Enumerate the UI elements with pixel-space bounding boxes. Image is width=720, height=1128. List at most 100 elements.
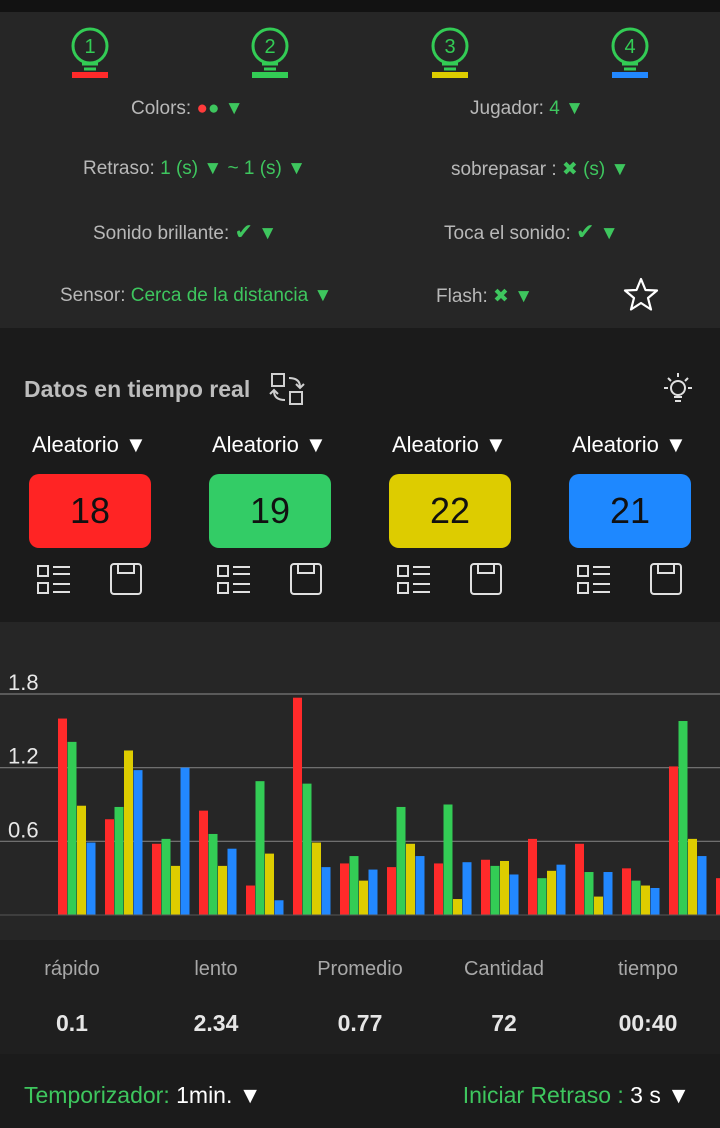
mode-dropdown-1[interactable]: Aleatorio ▼	[32, 432, 182, 458]
realtime-panel: Datos en tiempo real Aleatorio ▼ Aleator…	[0, 346, 720, 622]
chart-bar	[246, 885, 255, 915]
mode-dropdown-3[interactable]: Aleatorio ▼	[392, 432, 542, 458]
mode-dropdown-2[interactable]: Aleatorio ▼	[212, 432, 362, 458]
save-icon[interactable]	[650, 563, 682, 595]
colors-dots: ●●	[196, 98, 220, 119]
sensor-label: Sensor:	[60, 285, 126, 306]
star-icon[interactable]	[622, 276, 660, 314]
chart-bar	[688, 838, 697, 915]
player-4-button[interactable]: 4	[600, 20, 660, 86]
chart-bar	[396, 806, 406, 915]
bulb-icon: 2	[251, 27, 289, 78]
chart-bar	[208, 833, 218, 915]
player-3-button[interactable]: 3	[420, 20, 480, 86]
list-icon[interactable]	[397, 564, 431, 596]
stat-label-fastest: rápido	[44, 958, 100, 980]
status-strip	[0, 0, 720, 12]
chart-bar	[302, 783, 312, 915]
start-delay-dropdown[interactable]: Iniciar Retraso : 3 s ▼	[463, 1082, 690, 1109]
jugador-dropdown-arrow: ▼	[565, 98, 584, 119]
chart-bar	[171, 865, 180, 915]
save-icon[interactable]	[290, 563, 322, 595]
chart-bar	[528, 838, 537, 915]
chart-bar	[161, 838, 171, 915]
toca-sonido-check-icon: ✔	[576, 219, 595, 244]
swap-icon[interactable]	[268, 370, 308, 410]
player-1-button[interactable]: 1	[60, 20, 120, 86]
colors-setting[interactable]: Colors: ●● ▼	[131, 98, 244, 120]
sobrepasar-setting[interactable]: sobrepasar : ✖ (s) ▼	[451, 158, 629, 181]
footer-bar: Temporizador: 1min. ▼ Iniciar Retraso : …	[0, 1054, 720, 1128]
y-tick-label: 0.6	[8, 817, 39, 842]
chart-bar	[293, 697, 302, 915]
player-color-bar	[432, 72, 468, 78]
chart-bar	[86, 842, 96, 915]
toca-sonido-setting[interactable]: Toca el sonido: ✔ ▼	[444, 219, 619, 245]
chart-bar	[152, 843, 161, 915]
save-icon[interactable]	[110, 563, 142, 595]
player-color-bar	[72, 72, 108, 78]
realtime-title: Datos en tiempo real	[24, 376, 251, 402]
sobrepasar-dropdown-arrow: ▼	[610, 159, 630, 180]
sensor-setting[interactable]: Sensor: Cerca de la distancia ▼	[60, 285, 332, 307]
stat-label-slowest: lento	[194, 958, 238, 980]
stat-label-count: Cantidad	[463, 958, 545, 980]
counter-player-4: 21	[569, 474, 691, 548]
chart-bar	[255, 781, 265, 915]
chart-bar	[415, 856, 425, 915]
retraso-setting[interactable]: Retraso: 1 (s) ▼ ~ 1 (s) ▼	[83, 158, 306, 180]
colors-label: Colors:	[131, 98, 192, 119]
chart-bar	[133, 770, 143, 915]
retraso-label: Retraso:	[83, 158, 155, 179]
counter-player-1: 18	[29, 474, 151, 548]
bulb-icon: 4	[611, 27, 649, 78]
counter-player-3: 22	[389, 474, 511, 548]
mode-dropdown-4[interactable]: Aleatorio ▼	[572, 432, 720, 458]
counter-player-2: 19	[209, 474, 331, 548]
chart-bar	[537, 878, 547, 915]
chart-bar	[490, 865, 500, 915]
list-icon[interactable]	[217, 564, 251, 596]
chart-bar	[500, 860, 509, 915]
retraso-max-dropdown-arrow: ▼	[287, 158, 306, 179]
flash-setting[interactable]: Flash: ✖ ▼	[436, 285, 533, 308]
chart-bar	[697, 856, 707, 915]
reaction-chart-panel: 0.6 1.2 1.8	[0, 622, 720, 940]
reaction-bar-chart: 0.6 1.2 1.8	[0, 670, 720, 916]
jugador-setting[interactable]: Jugador: 4 ▼	[470, 98, 584, 120]
bulb-icon: 1	[71, 27, 109, 78]
save-icon[interactable]	[470, 563, 502, 595]
timer-dropdown[interactable]: Temporizador: 1min. ▼	[24, 1082, 262, 1109]
chart-bar	[321, 867, 331, 915]
timer-value: 1min.	[176, 1082, 233, 1108]
list-icon[interactable]	[37, 564, 71, 596]
toca-sonido-label: Toca el sonido:	[444, 223, 571, 244]
stats-panel: rápido lento Promedio Cantidad tiempo 0.…	[0, 940, 720, 1054]
chart-bar	[434, 863, 443, 915]
settings-panel: 1 2 3 4 Colors: ●● ▼ Jugador: 4 ▼ Retras…	[0, 12, 720, 328]
stat-value-average: 0.77	[337, 1010, 383, 1036]
chart-bar	[575, 843, 584, 915]
timer-dropdown-arrow: ▼	[238, 1082, 262, 1108]
sonido-brillante-check-icon: ✔	[234, 219, 253, 244]
stat-label-time: tiempo	[617, 958, 679, 980]
sobrepasar-unit: (s)	[583, 159, 606, 180]
flash-dropdown-arrow: ▼	[514, 286, 534, 307]
chart-bar	[622, 868, 631, 915]
jugador-value: 4	[549, 98, 560, 119]
chart-bar	[274, 900, 284, 915]
chart-bar	[462, 862, 472, 915]
sonido-brillante-setting[interactable]: Sonido brillante: ✔ ▼	[93, 219, 277, 245]
chart-bar	[227, 848, 237, 915]
list-icon[interactable]	[577, 564, 611, 596]
chart-bar	[641, 885, 650, 915]
chart-bar	[105, 819, 114, 915]
timer-label: Temporizador:	[24, 1082, 170, 1108]
chart-bar	[406, 843, 415, 915]
chart-bar	[265, 853, 274, 915]
player-2-button[interactable]: 2	[240, 20, 300, 86]
lightbulb-icon[interactable]	[660, 370, 696, 408]
stat-label-average: Promedio	[317, 958, 403, 980]
chart-bar	[58, 718, 67, 915]
chart-bar	[556, 864, 566, 915]
